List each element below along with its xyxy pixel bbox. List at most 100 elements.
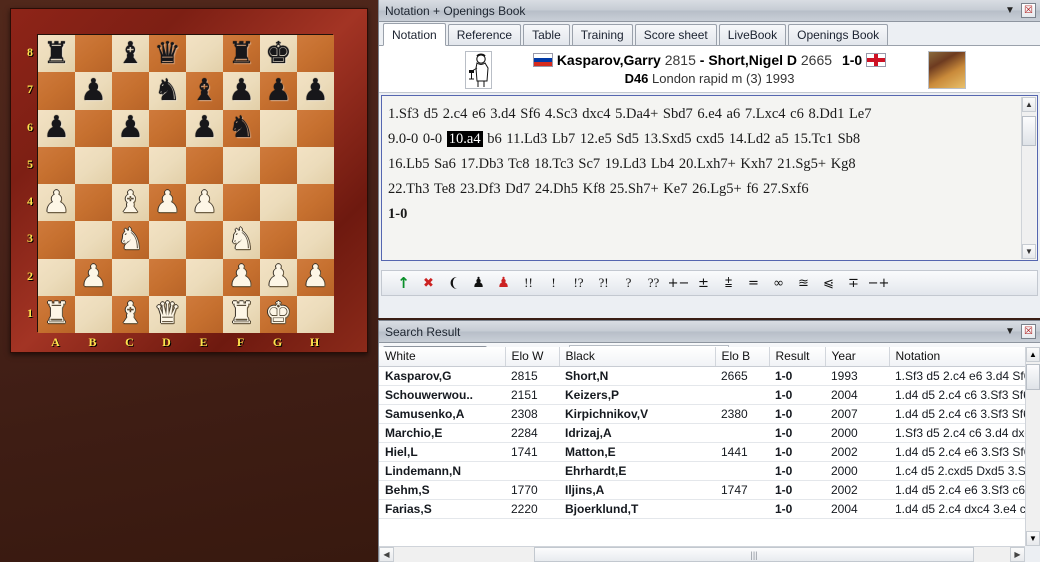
white-knight-icon[interactable]: ♞: [223, 221, 260, 258]
square-d4[interactable]: ♟: [149, 184, 186, 222]
search-results-grid[interactable]: WhiteElo WBlackElo BResultYearNotationVC…: [379, 347, 1040, 562]
white-pawn-icon[interactable]: ♟: [297, 259, 334, 296]
black-knight-icon[interactable]: ♞: [149, 72, 186, 109]
scroll-up-icon[interactable]: ▲: [1022, 97, 1036, 112]
scroll-left-icon[interactable]: ◀: [379, 547, 394, 562]
white-pawn-icon[interactable]: ♟: [75, 259, 112, 296]
white-pawn-icon[interactable]: ♟: [223, 259, 260, 296]
table-row[interactable]: Behm,S 1770 Iljins,A 1747 1-0 2002 1.d4 d5 2.c…: [379, 480, 1040, 500]
table-row[interactable]: Lindemann,N Ehrhardt,E 1-0 2000 1.c4 d5 2.cx…: [379, 461, 1040, 481]
square-c1[interactable]: ♝: [112, 295, 149, 333]
unclear-position-icon[interactable]: ∞: [767, 272, 790, 294]
scroll-right-icon[interactable]: ▶: [1010, 547, 1025, 562]
tab-table[interactable]: Table: [523, 24, 570, 45]
square-d2[interactable]: [149, 258, 186, 296]
square-f2[interactable]: ♟: [223, 258, 260, 296]
notation-move-area[interactable]: 1.Sf3 d5 2.c4 e6 3.d4 Sf6 4.Sc3 dxc4 5.D…: [381, 95, 1038, 261]
black-knight-icon[interactable]: ♞: [223, 110, 260, 147]
brilliant-move-icon[interactable]: !!: [517, 272, 540, 294]
square-d8[interactable]: ♛: [149, 35, 186, 73]
square-h3[interactable]: [297, 221, 334, 259]
square-g3[interactable]: [260, 221, 297, 259]
square-b4[interactable]: [75, 184, 112, 222]
square-h7[interactable]: ♟: [297, 72, 334, 110]
white-slight-advantage-icon[interactable]: ⩲: [717, 272, 740, 294]
table-row[interactable]: Marchio,E 2284 Idrizaj,A 1-0 2000 1.Sf3 d5 2.…: [379, 423, 1040, 443]
chess-board[interactable]: ♜ ♝ ♛ ♜ ♚ ♟ ♞ ♝ ♟ ♟ ♟ ♟ ♟ ♟ ♞ ♟ ♝ ♟ ♟ ♞ ♞ ♟ ♟ ♟ ♟ ♜ ♝ ♛ ♜ ♚: [37, 34, 334, 333]
black-rook-icon[interactable]: ♜: [38, 35, 75, 72]
black-pawn-icon[interactable]: ♟: [260, 72, 297, 109]
tab-score-sheet[interactable]: Score sheet: [634, 24, 717, 45]
white-knight-icon[interactable]: ♞: [112, 221, 149, 258]
square-f7[interactable]: ♟: [223, 72, 260, 110]
black-pawn-icon[interactable]: ♟: [467, 272, 490, 294]
square-e2[interactable]: [186, 258, 223, 296]
white-pawn-icon[interactable]: ♟: [149, 184, 186, 221]
square-c3[interactable]: ♞: [112, 221, 149, 259]
square-d3[interactable]: [149, 221, 186, 259]
square-b7[interactable]: ♟: [75, 72, 112, 110]
square-d1[interactable]: ♛: [149, 295, 186, 333]
white-queen-icon[interactable]: ♛: [149, 296, 186, 333]
square-b2[interactable]: ♟: [75, 258, 112, 296]
square-b6[interactable]: [75, 109, 112, 147]
table-row[interactable]: Kasparov,G 2815 Short,N 2665 1-0 1993 1.Sf3 d5…: [379, 366, 1040, 386]
white-winning-icon[interactable]: +−: [667, 272, 690, 294]
close-icon[interactable]: ☒: [1021, 324, 1036, 339]
white-king-icon[interactable]: ♚: [260, 296, 297, 333]
results-horizontal-scrollbar[interactable]: ◀ ||| ▶: [379, 546, 1025, 562]
square-h6[interactable]: [297, 109, 334, 147]
column-header-notation[interactable]: Notation: [889, 347, 1040, 367]
tab-training[interactable]: Training: [571, 24, 633, 45]
white-rook-icon[interactable]: ♜: [38, 296, 75, 333]
scroll-thumb[interactable]: [1022, 116, 1036, 146]
square-e7[interactable]: ♝: [186, 72, 223, 110]
square-a5[interactable]: [38, 146, 75, 184]
bracket-icon[interactable]: ❨: [442, 272, 465, 294]
results-body[interactable]: Kasparov,G 2815 Short,N 2665 1-0 1993 1.Sf3 d5…: [379, 366, 1040, 519]
square-h4[interactable]: [297, 184, 334, 222]
square-d5[interactable]: [149, 146, 186, 184]
square-c4[interactable]: ♝: [112, 184, 149, 222]
square-c5[interactable]: [112, 146, 149, 184]
square-g2[interactable]: ♟: [260, 258, 297, 296]
black-pawn-icon[interactable]: ♟: [38, 110, 75, 147]
interesting-move-icon[interactable]: !?: [567, 272, 590, 294]
square-e6[interactable]: ♟: [186, 109, 223, 147]
square-g6[interactable]: [260, 109, 297, 147]
square-h2[interactable]: ♟: [297, 258, 334, 296]
square-f4[interactable]: [223, 184, 260, 222]
scroll-down-icon[interactable]: ▼: [1022, 244, 1036, 259]
tab-notation[interactable]: Notation: [383, 23, 446, 46]
scroll-track[interactable]: [1022, 112, 1036, 244]
square-g4[interactable]: [260, 184, 297, 222]
square-a1[interactable]: ♜: [38, 295, 75, 333]
compensation-icon[interactable]: ≊: [792, 272, 815, 294]
red-pawn-icon[interactable]: ♟: [492, 272, 515, 294]
column-header-white[interactable]: White: [379, 347, 506, 367]
white-clear-advantage-icon[interactable]: ±: [692, 272, 715, 294]
delete-annotation-icon[interactable]: ✖: [417, 272, 440, 294]
move-line[interactable]: 1.Sf3 d5 2.c4 e6 3.d4 Sf6 4.Sc3 dxc4 5.D…: [388, 102, 1004, 127]
square-a8[interactable]: ♜: [38, 35, 75, 73]
table-row[interactable]: Farias,S 2220 Bjoerklund,T 1-0 2004 1.d4 d5 2…: [379, 499, 1040, 519]
square-f1[interactable]: ♜: [223, 295, 260, 333]
square-h5[interactable]: [297, 146, 334, 184]
white-pawn-icon[interactable]: ♟: [260, 259, 297, 296]
scroll-thumb[interactable]: [1026, 364, 1040, 390]
black-king-icon[interactable]: ♚: [260, 35, 297, 72]
table-row[interactable]: Samusenko,A 2308 Kirpichnikov,V 2380 1-0 2007…: [379, 404, 1040, 424]
square-b5[interactable]: [75, 146, 112, 184]
square-a7[interactable]: [38, 72, 75, 110]
scroll-thumb[interactable]: |||: [534, 547, 974, 562]
black-bishop-icon[interactable]: ♝: [112, 35, 149, 72]
square-g8[interactable]: ♚: [260, 35, 297, 73]
scroll-down-icon[interactable]: ▼: [1026, 531, 1040, 546]
blunder-icon[interactable]: ??: [642, 272, 665, 294]
tab-reference[interactable]: Reference: [447, 24, 522, 45]
best-move-arrow-icon[interactable]: ↑: [392, 272, 415, 294]
square-b3[interactable]: [75, 221, 112, 259]
square-e4[interactable]: ♟: [186, 184, 223, 222]
white-bishop-icon[interactable]: ♝: [112, 296, 149, 333]
square-h1[interactable]: [297, 295, 334, 333]
